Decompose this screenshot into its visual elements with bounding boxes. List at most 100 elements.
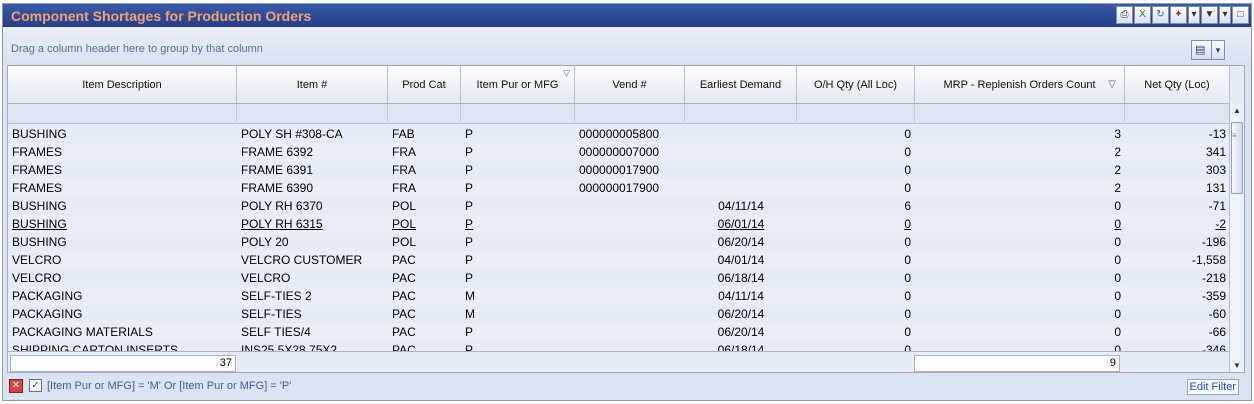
table-row[interactable]: BUSHING POLY 20 POL P 06/20/14 0 0 -196 <box>8 233 1230 251</box>
cell-cat[interactable]: FRA <box>388 161 461 179</box>
cell-mrp[interactable]: 3 <box>915 125 1125 143</box>
filter-cell-demand[interactable] <box>685 104 797 124</box>
cell-pur[interactable]: P <box>461 269 575 287</box>
cell-net[interactable]: 341 <box>1125 143 1230 161</box>
filter-cell-pur[interactable] <box>461 104 575 124</box>
cell-cat[interactable]: PAC <box>388 305 461 323</box>
cell-pur[interactable]: P <box>461 233 575 251</box>
cell-mrp[interactable]: 2 <box>915 143 1125 161</box>
sort-descending-icon[interactable]: ▽ <box>1108 66 1116 104</box>
cell-cat[interactable]: PAC <box>388 287 461 305</box>
cell-mrp[interactable]: 0 <box>915 197 1125 215</box>
column-header-item[interactable]: Item # <box>237 66 388 104</box>
cell-pur[interactable]: P <box>461 197 575 215</box>
cell-cat[interactable]: PAC <box>388 269 461 287</box>
table-row[interactable]: PACKAGING MATERIALS SELF TIES/4 PAC P 06/20/… <box>8 323 1230 341</box>
cell-vend[interactable] <box>575 251 685 269</box>
filter-cell-desc[interactable] <box>8 104 237 124</box>
cell-net[interactable]: -359 <box>1125 287 1230 305</box>
column-header-demand[interactable]: Earliest Demand <box>685 66 797 104</box>
cell-item[interactable]: FRAME 6392 <box>237 143 388 161</box>
cell-mrp[interactable]: 0 <box>915 323 1125 341</box>
table-row[interactable]: VELCRO VELCRO PAC P 06/18/14 0 0 -218 <box>8 269 1230 287</box>
cell-desc[interactable]: BUSHING <box>8 233 237 251</box>
table-row[interactable]: FRAMES FRAME 6391 FRA P 000000017900 0 2 303 <box>8 161 1230 179</box>
cell-mrp[interactable]: 0 <box>915 287 1125 305</box>
cell-net[interactable]: -66 <box>1125 323 1230 341</box>
cell-oh[interactable]: 0 <box>797 143 915 161</box>
cell-pur[interactable]: M <box>461 305 575 323</box>
cell-desc[interactable]: VELCRO <box>8 251 237 269</box>
table-row[interactable]: BUSHING POLY SH #308-CA FAB P 000000005800 0 3… <box>8 125 1230 143</box>
table-row[interactable]: BUSHING POLY RH 6315 POL P 06/01/14 0 0 -2 <box>8 215 1230 233</box>
cell-pur[interactable]: P <box>461 179 575 197</box>
cell-cat[interactable]: FRA <box>388 179 461 197</box>
excel-icon[interactable]: X <box>1134 6 1151 24</box>
cell-demand[interactable] <box>685 143 797 161</box>
filter-cell-item[interactable] <box>237 104 388 124</box>
cell-pur[interactable]: P <box>461 251 575 269</box>
cell-vend[interactable] <box>575 305 685 323</box>
filter-dropdown-icon[interactable]: ▽ <box>563 66 570 80</box>
cell-item[interactable]: POLY 20 <box>237 233 388 251</box>
table-row[interactable]: PACKAGING SELF-TIES PAC M 06/20/14 0 0 -60 <box>8 305 1230 323</box>
scroll-down-icon[interactable]: ▼ <box>1230 359 1244 372</box>
cell-demand[interactable]: 04/11/14 <box>685 197 797 215</box>
filter-cell-oh[interactable] <box>797 104 915 124</box>
cell-net[interactable]: -218 <box>1125 269 1230 287</box>
cell-vend[interactable] <box>575 287 685 305</box>
cell-vend[interactable]: 000000017900 <box>575 161 685 179</box>
column-header-pur[interactable]: Item Pur or MFG ▽ <box>461 66 575 104</box>
filter-cell-cat[interactable] <box>388 104 461 124</box>
cell-net[interactable]: -196 <box>1125 233 1230 251</box>
cell-mrp[interactable]: 0 <box>915 215 1125 233</box>
cell-pur[interactable]: P <box>461 341 575 351</box>
cell-desc[interactable]: FRAMES <box>8 179 237 197</box>
cell-mrp[interactable]: 2 <box>915 179 1125 197</box>
cell-oh[interactable]: 0 <box>797 233 915 251</box>
cell-pur[interactable]: P <box>461 161 575 179</box>
cell-item[interactable]: INS25.5X28.75X2 <box>237 341 388 351</box>
cell-mrp[interactable]: 2 <box>915 161 1125 179</box>
cell-cat[interactable]: POL <box>388 233 461 251</box>
cell-vend[interactable] <box>575 323 685 341</box>
filter-expression[interactable]: [Item Pur or MFG] = 'M' Or [Item Pur or … <box>47 380 291 392</box>
cell-demand[interactable]: 06/18/14 <box>685 269 797 287</box>
cell-cat[interactable]: PAC <box>388 323 461 341</box>
auto-filter-row[interactable] <box>8 104 1230 124</box>
cell-item[interactable]: SELF TIES/4 <box>237 323 388 341</box>
cell-desc[interactable]: BUSHING <box>8 125 237 143</box>
edit-filter-button[interactable]: Edit Filter <box>1186 379 1239 395</box>
cell-pur[interactable]: P <box>461 125 575 143</box>
cell-demand[interactable]: 06/20/14 <box>685 233 797 251</box>
cell-cat[interactable]: PAC <box>388 251 461 269</box>
filter-cell-net[interactable] <box>1125 104 1230 124</box>
cell-oh[interactable]: 6 <box>797 197 915 215</box>
cell-oh[interactable]: 0 <box>797 179 915 197</box>
cell-oh[interactable]: 0 <box>797 341 915 351</box>
cell-cat[interactable]: POL <box>388 215 461 233</box>
tools-icon[interactable]: ✦ <box>1170 6 1187 24</box>
cell-pur[interactable]: M <box>461 287 575 305</box>
cell-desc[interactable]: FRAMES <box>8 143 237 161</box>
cell-vend[interactable] <box>575 233 685 251</box>
table-row[interactable]: BUSHING POLY RH 6370 POL P 04/11/14 6 0 -71 <box>8 197 1230 215</box>
column-chooser-button[interactable]: ▤ ▾ <box>1191 40 1225 60</box>
cell-net[interactable]: 131 <box>1125 179 1230 197</box>
cell-desc[interactable]: PACKAGING <box>8 287 237 305</box>
cell-pur[interactable]: P <box>461 323 575 341</box>
cell-demand[interactable]: 06/18/14 <box>685 341 797 351</box>
cell-mrp[interactable]: 0 <box>915 341 1125 351</box>
cell-vend[interactable]: 000000005800 <box>575 125 685 143</box>
cell-oh[interactable]: 0 <box>797 251 915 269</box>
cell-desc[interactable]: PACKAGING MATERIALS <box>8 323 237 341</box>
cell-item[interactable]: SELF-TIES <box>237 305 388 323</box>
column-header-desc[interactable]: Item Description <box>8 66 237 104</box>
table-row[interactable]: VELCRO VELCRO CUSTOMER PAC P 04/01/14 0 0 -1,55… <box>8 251 1230 269</box>
cell-demand[interactable] <box>685 179 797 197</box>
cell-net[interactable]: -346 <box>1125 341 1230 351</box>
cell-vend[interactable] <box>575 341 685 351</box>
clear-filter-icon[interactable]: ✕ <box>9 379 23 393</box>
cell-vend[interactable]: 000000007000 <box>575 143 685 161</box>
table-row[interactable]: FRAMES FRAME 6390 FRA P 000000017900 0 2 131 <box>8 179 1230 197</box>
